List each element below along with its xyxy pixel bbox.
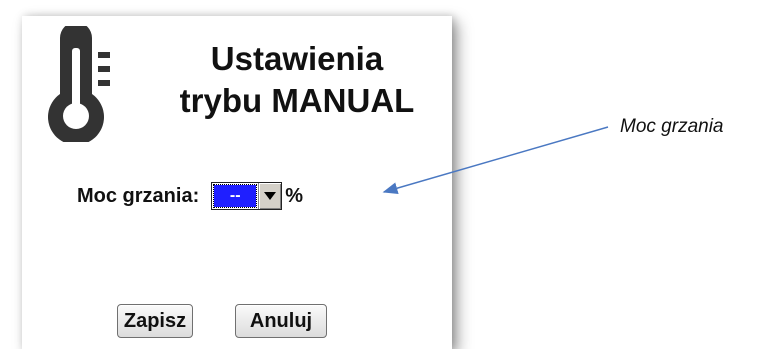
power-select[interactable]: --	[211, 182, 283, 210]
title-line-1: Ustawienia	[210, 40, 384, 77]
screenshot-stage: Ustawienia trybu MANUAL Moc grzania: -- …	[0, 0, 766, 349]
chevron-down-icon[interactable]	[258, 183, 282, 209]
power-unit: %	[285, 184, 304, 207]
dialog-title: Ustawienia trybu MANUAL	[142, 38, 452, 122]
power-select-value[interactable]: --	[212, 183, 259, 209]
power-row: Moc grzania: -- %	[77, 181, 303, 211]
callout-label: Moc grzania	[620, 116, 724, 137]
title-line-2: trybu MANUAL	[179, 82, 415, 119]
cancel-button[interactable]: Anuluj	[235, 304, 327, 338]
save-button[interactable]: Zapisz	[117, 304, 193, 338]
thermometer-icon	[48, 26, 110, 142]
manual-mode-dialog: Ustawienia trybu MANUAL Moc grzania: -- …	[22, 16, 452, 349]
power-label: Moc grzania:	[77, 184, 200, 207]
dropdown-arrow-glyph	[264, 192, 277, 200]
